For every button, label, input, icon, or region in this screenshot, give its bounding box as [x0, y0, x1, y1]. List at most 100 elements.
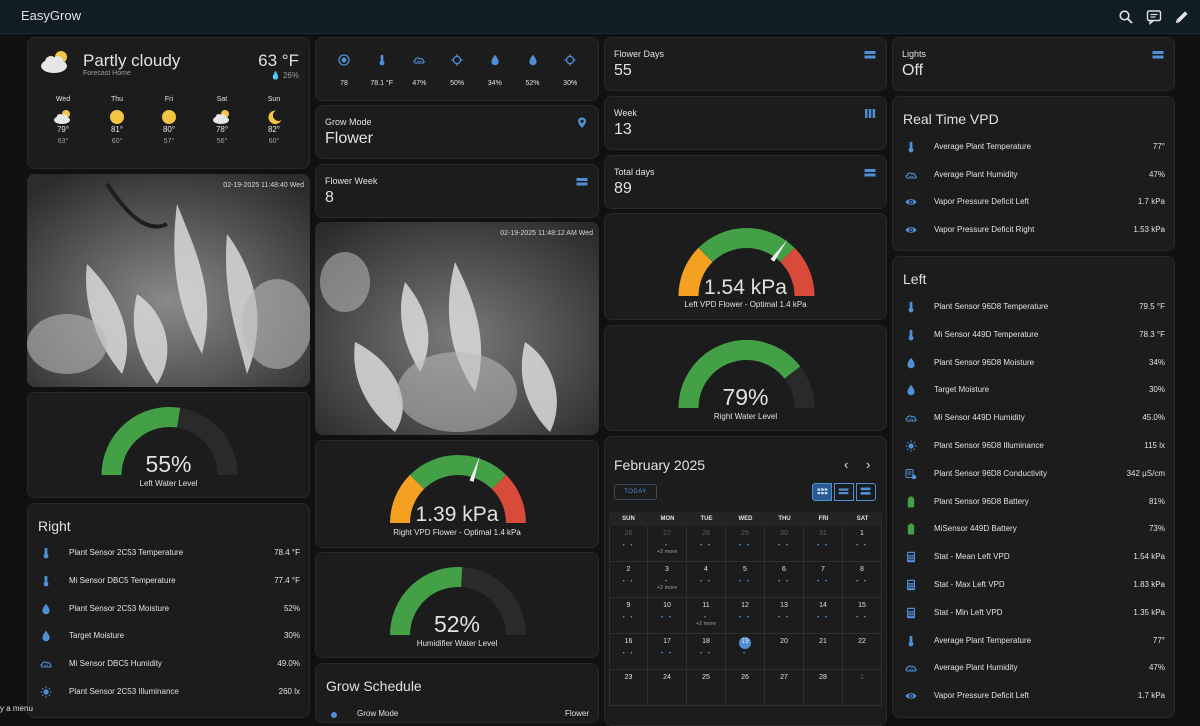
flower-week-tile[interactable]: Flower Week 8	[315, 164, 599, 218]
calendar-day-cell[interactable]: 15 • •	[843, 598, 882, 634]
calendar-next-button[interactable]: ›	[866, 457, 870, 472]
calendar-day-cell[interactable]: 29 • •	[726, 526, 765, 562]
calendar-day-cell[interactable]: 24	[648, 670, 687, 706]
list-view-button[interactable]	[856, 483, 876, 501]
calendar-day-cell[interactable]: 1	[843, 670, 882, 706]
entity-row[interactable]: Mi Sensor DBC5 Humidity 49.0%	[28, 656, 309, 674]
entity-row[interactable]: Stat - Mean Left VPD 1.54 kPa	[893, 549, 1174, 567]
calendar-day-cell[interactable]: 4 • •	[687, 562, 726, 598]
entity-row[interactable]: Average Plant Temperature 77°	[893, 139, 1174, 157]
event-dots[interactable]: • •	[610, 615, 647, 621]
event-dots[interactable]: • •	[726, 543, 764, 549]
entity-row[interactable]: Target Moisture 30%	[893, 382, 1174, 400]
sensor-strip-item[interactable]: 52%	[513, 54, 553, 87]
assist-chat-icon[interactable]	[1146, 9, 1162, 25]
calendar-day-cell[interactable]: 13 • •	[765, 598, 804, 634]
sensor-strip-item[interactable]: 50%	[437, 54, 477, 87]
entity-row[interactable]: Plant Sensor 96D8 Battery 81%	[893, 494, 1174, 512]
event-dots[interactable]: • •	[648, 615, 686, 621]
event-dots[interactable]: • •	[804, 615, 842, 621]
entity-row[interactable]: Vapor Pressure Deficit Left 1.7 kPa	[893, 194, 1174, 212]
calendar-day-cell[interactable]: 14 • •	[804, 598, 843, 634]
calendar-day-cell[interactable]: 1 • •	[843, 526, 882, 562]
weather-forecast-card[interactable]: Partly cloudy Forecast Home 63 °F 💧 26% …	[27, 37, 310, 169]
entity-row[interactable]: Plant Sensor 2C53 Moisture 52%	[28, 601, 309, 619]
event-dots[interactable]: • •	[843, 543, 881, 549]
entity-row[interactable]: Plant Sensor 96D8 Conductivity 342 µS/cm	[893, 466, 1174, 484]
center-camera-feed[interactable]: 02-19-2025 11:48:12 AM Wed	[315, 222, 599, 435]
calendar-day-cell[interactable]: 27	[765, 670, 804, 706]
entity-row[interactable]: Average Plant Humidity 47%	[893, 167, 1174, 185]
calendar-today-button[interactable]: TODAY	[614, 484, 657, 500]
event-dots[interactable]: • •	[843, 615, 881, 621]
calendar-day-cell[interactable]: 30 • •	[765, 526, 804, 562]
sensor-strip-item[interactable]: 47%	[399, 54, 439, 87]
entity-row[interactable]: Average Plant Temperature 77°	[893, 633, 1174, 651]
calendar-day-cell[interactable]: 8 • •	[843, 562, 882, 598]
calendar-day-cell[interactable]: 26	[726, 670, 765, 706]
edit-pencil-icon[interactable]	[1174, 9, 1190, 25]
sensor-strip-item[interactable]: 78.1 °F	[362, 54, 402, 87]
more-events-link[interactable]: +2 more	[648, 585, 686, 591]
calendar-day-cell[interactable]: 10 • •	[648, 598, 687, 634]
event-dots[interactable]: • •	[765, 615, 803, 621]
sensor-strip-item[interactable]: 78	[324, 54, 364, 87]
event-dots[interactable]: • •	[610, 543, 647, 549]
entity-row[interactable]: Plant Sensor 96D8 Moisture 34%	[893, 355, 1174, 373]
sensor-strip-card[interactable]: 78 78.1 °F 47% 50% 34% 52% 30%	[315, 37, 599, 101]
entity-row[interactable]: Mi Sensor DBC5 Temperature 77.4 °F	[28, 573, 309, 591]
calendar-day-cell[interactable]: 6 • •	[765, 562, 804, 598]
calendar-day-cell[interactable]: 12 • •	[726, 598, 765, 634]
search-icon[interactable]	[1118, 9, 1134, 25]
entity-row[interactable]: Vapor Pressure Deficit Left 1.7 kPa	[893, 688, 1174, 706]
calendar-day-cell[interactable]: 26 • •	[609, 526, 648, 562]
entity-row[interactable]: Plant Sensor 2C53 Temperature 78.4 °F	[28, 545, 309, 563]
sensor-strip-item[interactable]: 34%	[475, 54, 515, 87]
event-dots[interactable]: •	[726, 651, 764, 657]
event-dots[interactable]: • •	[726, 579, 764, 585]
lights-tile[interactable]: Lights Off	[892, 37, 1175, 91]
calendar-day-cell[interactable]: 27 • +2 more	[648, 526, 687, 562]
calendar-day-cell[interactable]: 5 • •	[726, 562, 765, 598]
event-dots[interactable]: • •	[687, 543, 725, 549]
left-water-level-gauge[interactable]: 55% Left Water Level	[27, 392, 310, 498]
event-dots[interactable]: • •	[804, 579, 842, 585]
entity-row[interactable]: Mi Sensor 449D Temperature 78.3 °F	[893, 327, 1174, 345]
event-dots[interactable]: • •	[726, 615, 764, 621]
entity-row[interactable]: Target Moisture 30%	[28, 628, 309, 646]
calendar-day-cell[interactable]: 23	[609, 670, 648, 706]
right-vpd-gauge[interactable]: 1.39 kPa Right VPD Flower - Optimal 1.4 …	[315, 440, 599, 548]
calendar-day-cell[interactable]: 9 • •	[609, 598, 648, 634]
calendar-day-cell[interactable]: 28 • •	[687, 526, 726, 562]
calendar-day-cell[interactable]: 31 • •	[804, 526, 843, 562]
grow-schedule-row[interactable]: Grow Mode Flower	[316, 706, 598, 722]
humidifier-water-gauge[interactable]: 52% Humidifier Water Level	[315, 552, 599, 658]
event-dots[interactable]: • •	[687, 651, 725, 657]
right-water-level-gauge[interactable]: 79% Right Water Level	[604, 325, 887, 431]
event-dots[interactable]: • •	[610, 651, 647, 657]
sensor-strip-item[interactable]: 30%	[550, 54, 590, 87]
event-dots[interactable]: • •	[843, 579, 881, 585]
calendar-day-cell[interactable]: 25	[687, 670, 726, 706]
more-events-link[interactable]: +2 more	[687, 621, 725, 627]
event-dots[interactable]: • •	[648, 651, 686, 657]
calendar-day-cell[interactable]: 21	[804, 634, 843, 670]
entity-row[interactable]: Plant Sensor 96D8 Illuminance 115 lx	[893, 438, 1174, 456]
entity-row[interactable]: MiSensor 449D Battery 73%	[893, 521, 1174, 539]
calendar-day-cell[interactable]: 28	[804, 670, 843, 706]
event-dots[interactable]: • •	[804, 543, 842, 549]
calendar-day-cell[interactable]: 11 • +2 more	[687, 598, 726, 634]
grow-mode-tile[interactable]: Grow Mode Flower	[315, 105, 599, 159]
calendar-day-cell[interactable]: 16 • •	[609, 634, 648, 670]
calendar-day-cell[interactable]: 7 • •	[804, 562, 843, 598]
calendar-day-cell[interactable]: 20	[765, 634, 804, 670]
entity-row[interactable]: Vapor Pressure Deficit Right 1.53 kPa	[893, 222, 1174, 240]
calendar-day-cell[interactable]: 17 • •	[648, 634, 687, 670]
calendar-day-cell[interactable]: 3 • +2 more	[648, 562, 687, 598]
left-vpd-gauge[interactable]: 1.54 kPa Left VPD Flower - Optimal 1.4 k…	[604, 213, 887, 320]
entity-row[interactable]: Plant Sensor 2C53 Illuminance 260 lx	[28, 684, 309, 702]
event-dots[interactable]: • •	[610, 579, 647, 585]
week-tile[interactable]: Week 13	[604, 96, 887, 150]
entity-row[interactable]: Mi Sensor 449D Humidity 45.0%	[893, 410, 1174, 428]
entity-row[interactable]: Plant Sensor 96D8 Temperature 79.5 °F	[893, 299, 1174, 317]
